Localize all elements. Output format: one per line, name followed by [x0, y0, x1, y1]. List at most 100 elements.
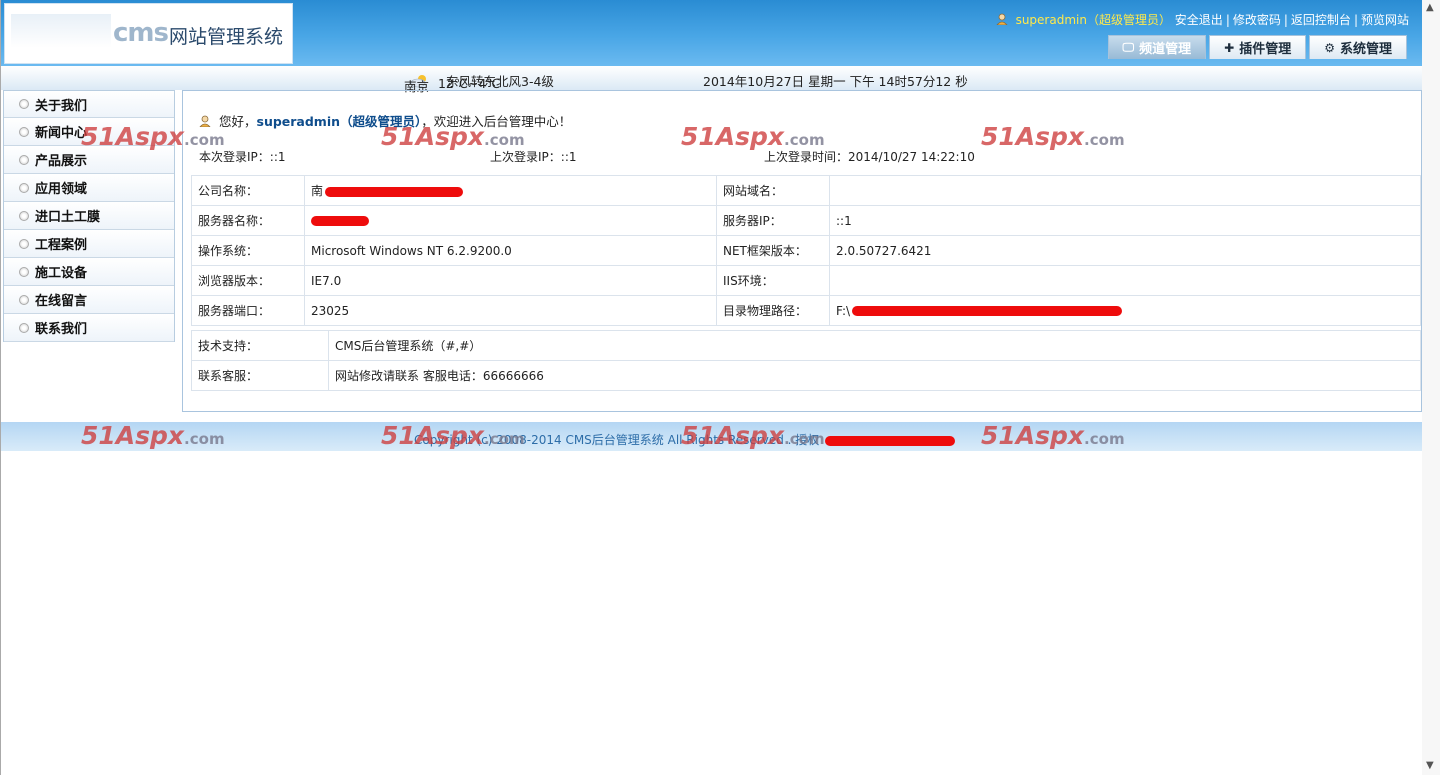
bullet-icon	[19, 182, 29, 193]
sidebar-item-applications[interactable]: 应用领域	[4, 174, 174, 202]
os-value: Microsoft Windows NT 6.2.9200.0	[304, 235, 717, 266]
company-value-text: 南	[311, 184, 324, 198]
logo-title: 网站管理系统	[169, 26, 284, 48]
sidebar-item-about[interactable]: 关于我们	[4, 90, 174, 118]
sidebar-item-label: 联系我们	[35, 322, 88, 337]
weather-temperature: 12℃~4℃	[437, 76, 501, 91]
scroll-up-icon[interactable]: ▲	[1426, 2, 1434, 13]
path-label: 目录物理路径：	[716, 295, 830, 326]
sidebar-item-label: 应用领域	[35, 182, 88, 197]
os-label: 操作系统：	[191, 235, 305, 266]
tab-plugin-management[interactable]: ✚ 插件管理	[1209, 35, 1307, 59]
path-value-text: F:\	[836, 303, 851, 318]
table-row: 联系客服： 网站修改请联系 客服电话：66666666	[191, 360, 1421, 391]
tab-label: 频道管理	[1139, 42, 1192, 57]
table-row: 服务器端口： 23025 目录物理路径： F:\	[191, 295, 1421, 326]
table-row: 服务器名称： 服务器IP： ::1	[191, 205, 1421, 236]
server-info-table: 公司名称： 南 网站域名： 服务器名称： 服务器IP： ::1 操作系统： Mi…	[191, 175, 1421, 326]
header: cms 网站管理系统 superadmin（超级管理员） 安全退出 | 修改密码 | 返…	[1, 0, 1423, 66]
sidebar-item-label: 施工设备	[35, 266, 88, 281]
server-name-label: 服务器名称：	[191, 205, 305, 236]
user-icon	[996, 13, 1008, 25]
greeting-prefix: 您好，	[218, 114, 257, 129]
current-datetime: 2014年10月27日 星期一 下午 14时57分12 秒	[703, 74, 968, 89]
table-row: 公司名称： 南 网站域名：	[191, 175, 1421, 206]
sidebar-item-contact[interactable]: 联系我们	[4, 314, 174, 342]
info-bar: 南京 12℃~4℃ 东风转东北风3-4级 2014年10月27日 星期一 下午 …	[1, 66, 1423, 94]
bullet-icon	[19, 126, 29, 137]
bullet-icon	[19, 322, 29, 333]
logout-link[interactable]: 安全退出	[1175, 13, 1223, 27]
vertical-scrollbar[interactable]: ▲ ▼	[1422, 0, 1440, 775]
monitor-icon: 🖵	[1122, 40, 1135, 54]
watermark-logo: 51Aspx.com	[381, 421, 525, 450]
tab-label: 插件管理	[1239, 42, 1292, 57]
browser-value: IE7.0	[304, 265, 717, 296]
bullet-icon	[19, 294, 29, 305]
iis-label: IIS环境：	[716, 265, 830, 296]
logo: cms 网站管理系统	[4, 3, 293, 64]
sidebar-item-label: 新闻中心	[35, 126, 88, 141]
change-password-link[interactable]: 修改密码	[1233, 13, 1281, 27]
watermark-logo: 51Aspx.com	[681, 122, 825, 151]
sidebar-item-label: 在线留言	[35, 294, 88, 309]
tech-support-label: 技术支持：	[191, 330, 329, 361]
sidebar-item-equipment[interactable]: 施工设备	[4, 258, 174, 286]
tab-system-management[interactable]: ⚙ 系统管理	[1309, 35, 1407, 59]
bullet-icon	[19, 238, 29, 249]
sidebar-item-label: 产品展示	[35, 154, 88, 169]
table-row: 浏览器版本： IE7.0 IIS环境：	[191, 265, 1421, 296]
redaction-mark	[825, 435, 956, 446]
browser-label: 浏览器版本：	[191, 265, 305, 296]
watermark-logo: 51Aspx.com	[81, 122, 225, 151]
sidebar-item-label: 工程案例	[35, 238, 88, 253]
current-user-name: superadmin（超级管理员）	[1015, 13, 1171, 27]
iis-value	[829, 265, 1421, 296]
redaction-mark	[852, 306, 1123, 316]
sidebar-item-projects[interactable]: 工程案例	[4, 230, 174, 258]
user-bar: superadmin（超级管理员） 安全退出 | 修改密码 | 返回控制台 | 预览网站	[996, 11, 1409, 28]
sidebar-item-label: 进口土工膜	[35, 210, 101, 225]
domain-value	[829, 175, 1421, 206]
net-label: NET框架版本：	[716, 235, 830, 266]
company-value: 南	[304, 175, 717, 206]
redaction-mark	[325, 186, 464, 197]
page: cms 网站管理系统 superadmin（超级管理员） 安全退出 | 修改密码 | 返…	[0, 0, 1423, 775]
customer-service-label: 联系客服：	[191, 360, 329, 391]
watermark-logo: 51Aspx.com	[81, 421, 225, 450]
logo-cms: cms	[113, 18, 169, 48]
table-row: 技术支持： CMS后台管理系统（#,#）	[191, 330, 1421, 361]
bullet-icon	[19, 154, 29, 165]
sidebar-item-label: 关于我们	[35, 98, 88, 114]
tech-support-value: CMS后台管理系统（#,#）	[328, 330, 1421, 361]
bullet-icon	[19, 210, 29, 221]
watermark-logo: 51Aspx.com	[681, 421, 825, 450]
net-value: 2.0.50727.6421	[829, 235, 1421, 266]
puzzle-icon: ✚	[1224, 40, 1235, 55]
redaction-mark	[311, 216, 369, 226]
customer-service-value: 网站修改请联系 客服电话：66666666	[328, 360, 1421, 391]
back-to-console-link[interactable]: 返回控制台	[1291, 13, 1351, 27]
company-label: 公司名称：	[191, 175, 305, 206]
path-value: F:\	[829, 295, 1421, 326]
bullet-icon	[19, 266, 29, 277]
preview-site-link[interactable]: 预览网站	[1361, 13, 1409, 27]
server-name-value	[304, 205, 717, 236]
table-row: 操作系统： Microsoft Windows NT 6.2.9200.0 NE…	[191, 235, 1421, 266]
scroll-down-icon[interactable]: ▼	[1426, 760, 1434, 771]
watermark-logo: 51Aspx.com	[981, 421, 1125, 450]
server-ip-label: 服务器IP：	[716, 205, 830, 236]
domain-label: 网站域名：	[716, 175, 830, 206]
port-label: 服务器端口：	[191, 295, 305, 326]
sidebar-item-geomembrane[interactable]: 进口土工膜	[4, 202, 174, 230]
bullet-icon	[19, 99, 29, 109]
top-tabs: 🖵 频道管理 ✚ 插件管理 ⚙ 系统管理	[1107, 35, 1407, 59]
sidebar-item-messages[interactable]: 在线留言	[4, 286, 174, 314]
logo-mark	[11, 14, 111, 48]
server-ip-value: ::1	[829, 205, 1421, 236]
watermark-logo: 51Aspx.com	[381, 122, 525, 151]
tab-channel-management[interactable]: 🖵 频道管理	[1107, 35, 1207, 59]
gear-icon: ⚙	[1324, 40, 1335, 55]
weather: 南京 12℃~4℃ 东风转东北风3-4级	[404, 71, 554, 94]
tab-label: 系统管理	[1339, 42, 1392, 57]
